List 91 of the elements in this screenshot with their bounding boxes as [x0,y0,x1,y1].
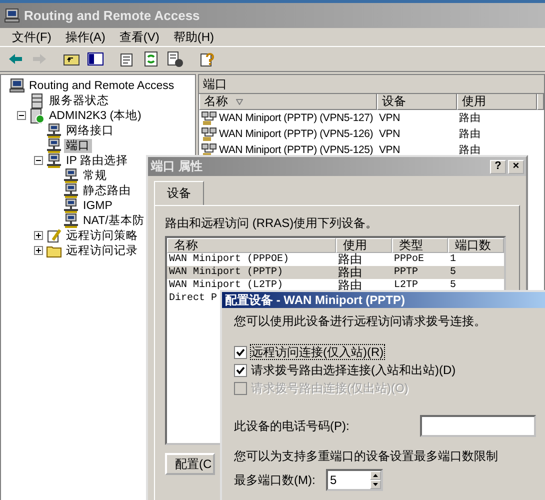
server-icon [29,92,45,108]
help-icon[interactable] [198,51,216,67]
tree-item[interactable]: 远程访问策略 [64,228,140,242]
table-cell: WAN Miniport (PPTP) (VPN5-125) [219,144,374,156]
column-header[interactable]: 端口数 [448,238,504,253]
checkbox-label[interactable]: 远程访问连接(仅入站)(R) [251,345,384,359]
column-header[interactable]: 使用 [336,238,392,253]
checkbox-label[interactable]: 请求拨号路由选择连接(入站和出站)(D) [251,363,456,377]
up-icon[interactable] [373,474,378,477]
limit-text: 您可以为支持多重端口的设备设置最多端口数限制 [234,449,499,463]
table-cell: WAN Miniport (L2TP) [169,280,284,291]
expander-icon[interactable] [34,156,42,165]
table-cell: 路由 [459,143,481,157]
intro-text: 您可以使用此设备进行远程访问请求拨号连接。 [234,314,487,328]
max-ports-spinner[interactable]: 5 [326,469,383,491]
network-icon [63,168,79,184]
tree-item[interactable]: 端口 [64,138,92,152]
dialog-title: 配置设备 - WAN Miniport (PPTP) [225,292,405,308]
expander-icon[interactable] [34,231,42,240]
properties-icon[interactable] [118,51,136,67]
table-cell: 5 [450,267,456,278]
expander-icon[interactable] [34,246,42,255]
refresh-icon[interactable] [142,51,160,67]
scroll-icon [46,228,62,244]
table-cell: 路由 [459,111,481,125]
tree-item[interactable]: 远程访问记录 [64,244,140,258]
computer-icon [4,8,20,24]
table-cell: WAN Miniport (PPPOE) [169,254,290,265]
checkbox[interactable] [234,364,247,376]
tree-item[interactable]: 静态路由 [81,184,133,198]
table-cell: PPTP [394,267,418,278]
description-text: 路由和远程访问 (RRAS)使用下列设备。 [165,216,379,230]
network-icon [46,152,62,168]
network-icon [201,126,217,142]
table-cell: WAN Miniport (PPTP) (VPN5-126) [219,128,374,140]
phone-label: 此设备的电话号码(P): [234,419,350,433]
table-cell: WAN Miniport (PPTP) (VPN5-127) [219,112,374,124]
table-cell: WAN Miniport (PPTP) [169,267,284,278]
computer-icon [9,78,25,94]
tree-item[interactable]: 网络接口 [64,124,116,138]
network-icon [46,122,62,138]
server-icon [29,108,45,124]
table-cell-text: 路由 [338,251,362,266]
title-button[interactable]: ? [490,160,506,174]
checkbox[interactable] [234,346,247,358]
table-cell: Direct P [169,293,218,304]
export-icon[interactable] [166,51,184,67]
column-header[interactable]: 名称 [167,238,336,253]
back-arrow-icon[interactable] [6,51,24,67]
phone-field[interactable] [420,415,536,437]
table-cell: VPN [379,112,400,124]
configure-button[interactable]: 配置(C [165,453,215,475]
title-button[interactable]: × [508,160,524,174]
table-cell: PPPoE [394,254,424,265]
tab[interactable]: 设备 [154,181,204,205]
panel-icon[interactable] [86,51,104,67]
table-cell: 5 [450,280,456,291]
network-icon [63,198,79,214]
column-header[interactable]: 名称 [199,94,377,110]
table-cell: 1 [450,254,456,265]
column-header[interactable]: 设备 [377,94,457,110]
table-cell-text: 路由 [338,264,362,279]
expander-icon[interactable] [16,111,26,120]
menu-item[interactable]: 查看(V) [113,28,166,46]
column-header[interactable] [537,94,544,110]
tree-item[interactable]: NAT/基本防 [81,214,146,228]
column-header[interactable]: 类型 [392,238,448,253]
table-cell-text: 路由 [338,278,362,294]
table-cell: 路由 [459,127,481,141]
column-header[interactable]: 使用 [457,94,537,110]
network-icon [63,212,79,228]
menu-item[interactable]: 文件(F) [6,28,58,46]
network-icon [63,182,79,198]
tree-item[interactable]: ADMIN2K3 (本地) [47,108,144,122]
network-icon [201,110,217,126]
down-icon[interactable] [373,483,378,486]
table-cell: L2TP [394,280,418,291]
menu-item[interactable]: 帮助(H) [167,28,220,46]
menu-item[interactable]: 操作(A) [59,28,112,46]
tree-item[interactable]: 服务器状态 [47,94,111,108]
tree-item[interactable]: IGMP [81,198,114,212]
table-cell: VPN [379,128,400,140]
panel-title: 端口 [203,76,227,92]
network-icon [46,138,62,154]
window-title: Routing and Remote Access [24,8,200,23]
dialog-title: 端口 属性 [151,158,202,175]
max-ports-label: 最多端口数(M): [234,473,316,487]
tree-item[interactable]: IP 路由选择 [64,154,130,168]
tree-item[interactable]: 常规 [81,168,109,182]
tree-item[interactable]: Routing and Remote Access [27,78,176,92]
table-cell: VPN [379,144,400,156]
